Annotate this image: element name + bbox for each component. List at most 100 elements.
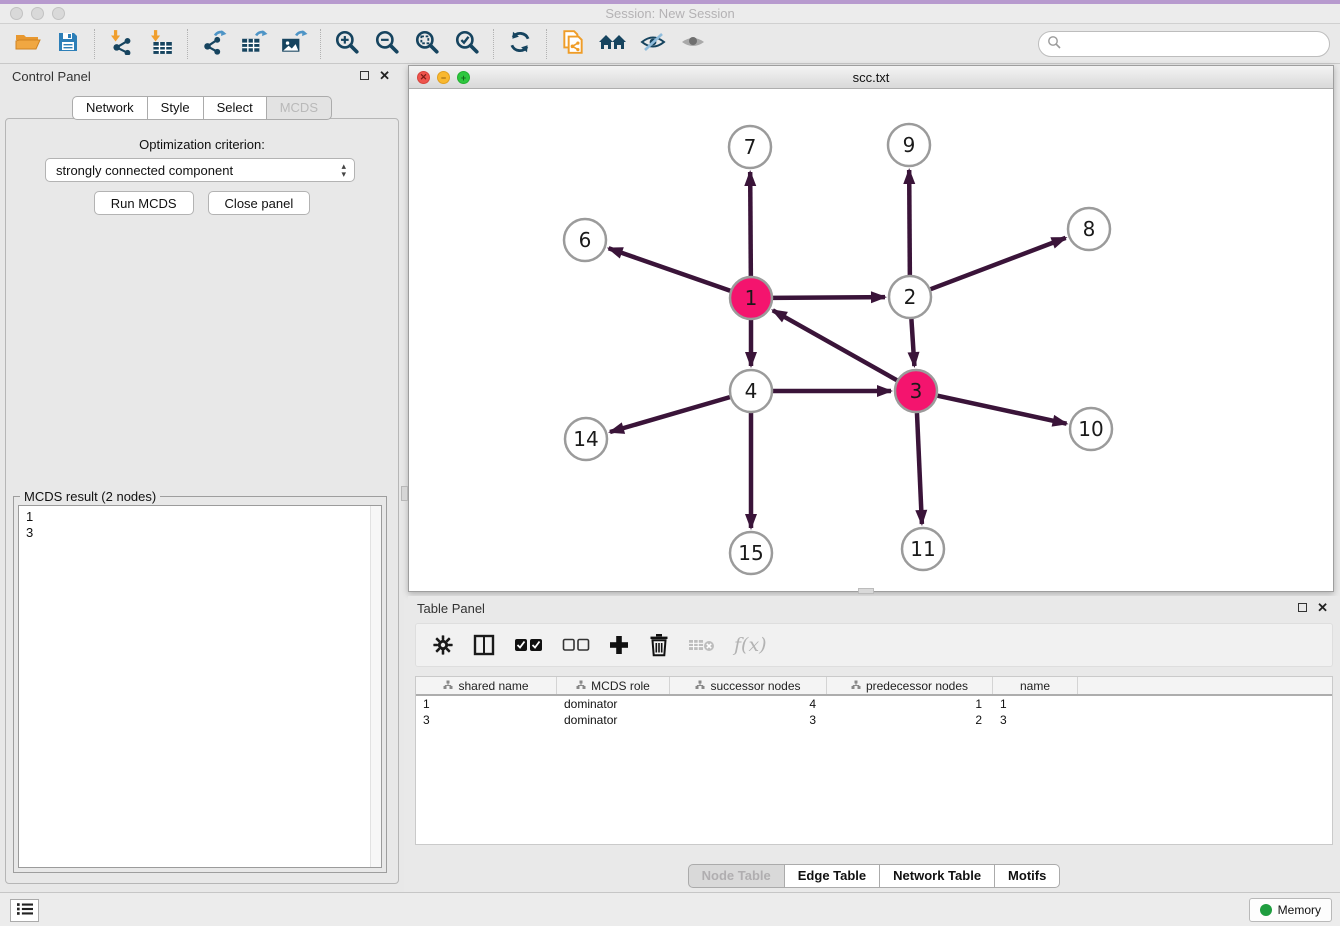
deselect-all-checkboxes-icon[interactable] [562,630,590,660]
graph-node-6[interactable]: 6 [564,219,606,261]
delete-table-icon[interactable] [688,630,716,660]
node-label-9: 9 [903,133,916,157]
control-panel-title: Control Panel [12,69,91,84]
tab-node-table[interactable]: Node Table [688,864,784,888]
cell-shared-name[interactable]: 1 [416,696,557,712]
zoom-in-button[interactable] [327,27,367,61]
dropdown-stepper-icon: ▴▾ [341,162,346,178]
table-row-1[interactable]: 1dominator411 [416,696,1332,712]
mcds-result-box[interactable]: 1 3 [18,505,382,868]
criterion-dropdown[interactable]: strongly connected component ▴▾ [45,158,355,182]
graph-node-1[interactable]: 1 [730,277,772,319]
cell-successor-nodes[interactable]: 3 [670,712,827,728]
close-panel-button[interactable]: Close panel [208,191,311,215]
edge-3-10[interactable] [937,396,1066,424]
search-input[interactable] [1065,37,1329,52]
edge-1-6[interactable] [609,248,731,290]
control-panel-close-icon[interactable]: ✕ [379,70,390,81]
graph-node-8[interactable]: 8 [1068,208,1110,250]
reset-layout-button[interactable] [593,27,633,61]
network-window-titlebar[interactable]: ✕ − + scc.txt [409,66,1333,89]
column-header-predecessor-nodes[interactable]: predecessor nodes [827,677,993,694]
cell-name[interactable]: 1 [993,696,1078,712]
edge-3-1[interactable] [773,310,897,380]
table-row-3[interactable]: 3dominator323 [416,712,1332,728]
edge-2-8[interactable] [931,238,1066,289]
graph-node-14[interactable]: 14 [565,418,607,460]
zoom-out-button[interactable] [367,27,407,61]
control-panel-float-icon[interactable] [360,71,369,80]
column-tree-icon [443,679,453,693]
task-history-button[interactable] [10,899,39,922]
edge-2-9[interactable] [909,170,910,275]
import-table-button[interactable] [141,27,181,61]
table-panel-float-icon[interactable] [1298,603,1307,612]
edge-1-7[interactable] [750,172,751,276]
cell-MCDS-role[interactable]: dominator [557,696,670,712]
show-columns-icon[interactable] [472,630,496,660]
apply-function-icon[interactable]: f(x) [734,630,767,660]
tab-select[interactable]: Select [203,96,266,120]
export-image-button[interactable] [274,27,314,61]
search-field[interactable] [1038,31,1330,57]
cell-name[interactable]: 3 [993,712,1078,728]
network-canvas[interactable]: 7 9 6 8 1 2 4 3 14 10 15 11 [409,89,1333,591]
export-table-button[interactable] [234,27,274,61]
column-header-name[interactable]: name [993,677,1078,694]
mcds-result-group: MCDS result (2 nodes) 1 3 [13,496,387,873]
cell-MCDS-role[interactable]: dominator [557,712,670,728]
horizontal-splitter-handle[interactable] [858,588,874,594]
graph-node-4[interactable]: 4 [730,370,772,412]
edge-1-2[interactable] [773,297,885,298]
tab-motifs[interactable]: Motifs [994,864,1060,888]
tab-edge-table[interactable]: Edge Table [784,864,879,888]
export-network-button[interactable] [194,27,234,61]
graph-node-10[interactable]: 10 [1070,408,1112,450]
edge-4-14[interactable] [610,397,730,432]
graph-node-2[interactable]: 2 [889,276,931,318]
edge-3-11[interactable] [917,413,922,524]
graph-node-9[interactable]: 9 [888,124,930,166]
fit-content-icon [414,29,440,58]
select-all-checkboxes-icon[interactable] [514,630,544,660]
refresh-view-button[interactable] [500,27,540,61]
cell-predecessor-nodes[interactable]: 1 [827,696,993,712]
column-header-shared-name[interactable]: shared name [416,677,557,694]
memory-button[interactable]: Memory [1249,898,1332,922]
column-header-MCDS-role[interactable]: MCDS role [557,677,670,694]
save-session-button[interactable] [48,27,88,61]
graph-node-15[interactable]: 15 [730,532,772,574]
cell-shared-name[interactable]: 3 [416,712,557,728]
edge-2-3[interactable] [911,319,914,366]
graph-node-7[interactable]: 7 [729,126,771,168]
toolbar-separator [493,29,494,59]
node-label-2: 2 [904,285,917,309]
tab-network-table[interactable]: Network Table [879,864,994,888]
cell-successor-nodes[interactable]: 4 [670,696,827,712]
clone-network-button[interactable] [553,27,593,61]
table-panel-close-icon[interactable]: ✕ [1317,602,1328,613]
open-session-button[interactable] [8,27,48,61]
show-graphics-details-button[interactable] [673,27,713,61]
column-header-successor-nodes[interactable]: successor nodes [670,677,827,694]
clone-network-icon [560,29,586,58]
import-network-button[interactable] [101,27,141,61]
add-column-icon[interactable] [608,630,630,660]
column-tree-icon [851,679,861,693]
tab-network[interactable]: Network [72,96,147,120]
vertical-splitter-handle[interactable] [401,486,408,501]
delete-columns-trash-icon[interactable] [648,630,670,660]
graph-node-3[interactable]: 3 [895,370,937,412]
graph-node-11[interactable]: 11 [902,528,944,570]
run-mcds-button[interactable]: Run MCDS [94,191,194,215]
cell-predecessor-nodes[interactable]: 2 [827,712,993,728]
export-image-icon [280,29,308,58]
mcds-result-scrollbar[interactable] [370,506,381,867]
table-panel: Table Panel ✕ f(x) shared [408,596,1340,888]
tab-mcds[interactable]: MCDS [266,96,332,120]
zoom-selected-button[interactable] [447,27,487,61]
fit-content-button[interactable] [407,27,447,61]
tab-style[interactable]: Style [147,96,203,120]
column-settings-gear-icon[interactable] [432,630,454,660]
hide-graphics-details-button[interactable] [633,27,673,61]
